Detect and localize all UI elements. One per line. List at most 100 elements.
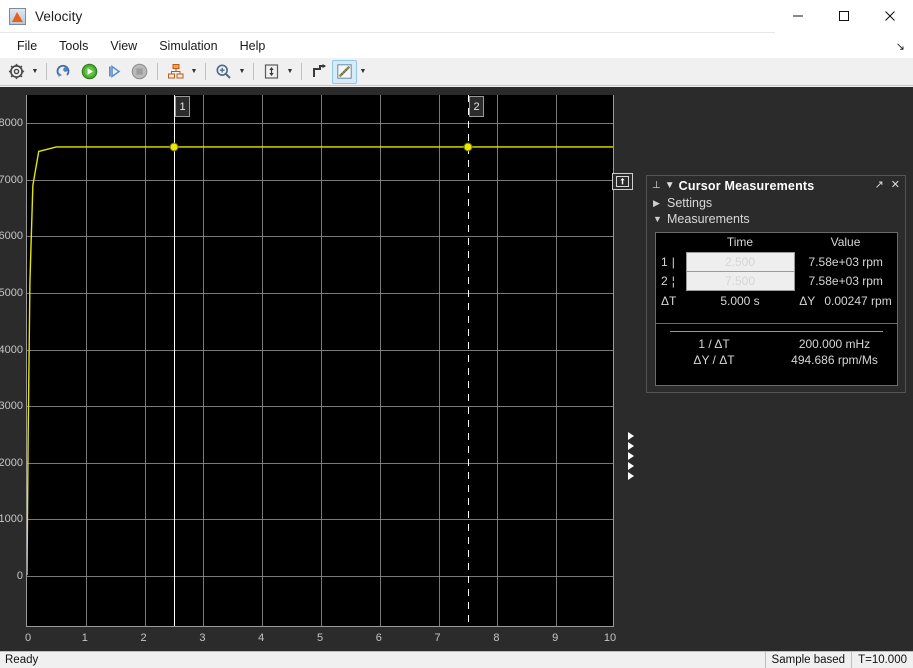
splitter-arrow-icon bbox=[628, 472, 634, 480]
cursor-measurements-caret-icon[interactable]: ▼ bbox=[357, 60, 369, 84]
slope-label: ΔY / ΔT bbox=[656, 353, 772, 367]
run-icon[interactable] bbox=[77, 60, 102, 84]
x-tick-label: 0 bbox=[25, 632, 31, 644]
title-bar: Velocity bbox=[0, 0, 913, 33]
cursor-tag-1[interactable]: 1 bbox=[175, 96, 190, 117]
menu-simulation[interactable]: Simulation bbox=[148, 36, 228, 56]
stop-icon[interactable] bbox=[127, 60, 152, 84]
autoscale-caret-icon[interactable]: ▼ bbox=[284, 60, 296, 84]
x-tick-label: 10 bbox=[604, 632, 616, 644]
y-tick-label: 3000 bbox=[0, 400, 23, 412]
cursor-line-1[interactable] bbox=[174, 95, 175, 626]
splitter-arrow-icon bbox=[628, 442, 634, 450]
cursor2-index: 2¦ bbox=[656, 272, 686, 291]
toolbar-separator bbox=[301, 63, 302, 80]
inv-delta-t-label: 1 / ΔT bbox=[656, 337, 772, 351]
menu-file[interactable]: File bbox=[6, 36, 48, 56]
measurements-table: Time Value 1| 2.500 7.58e+03 rpm 2¦ bbox=[656, 233, 897, 308]
toolbar-separator bbox=[253, 63, 254, 80]
x-tick-label: 9 bbox=[552, 632, 558, 644]
menu-view[interactable]: View bbox=[99, 36, 148, 56]
menu-overflow-icon[interactable]: ↘ bbox=[896, 40, 905, 53]
splitter-arrow-icon bbox=[628, 462, 634, 470]
matlab-scope-icon bbox=[9, 8, 26, 25]
cursor-marker-2[interactable] bbox=[464, 143, 473, 152]
zoom-in-icon[interactable] bbox=[211, 60, 236, 84]
x-tick-label: 5 bbox=[317, 632, 323, 644]
y-tick-label: 1000 bbox=[0, 513, 23, 525]
menu-help[interactable]: Help bbox=[229, 36, 277, 56]
cursor1-time-field[interactable]: 2.500 bbox=[686, 253, 794, 272]
cursor-measurements-icon[interactable] bbox=[332, 60, 357, 84]
cursor-tag-2[interactable]: 2 bbox=[469, 96, 484, 117]
table-header-row: Time Value bbox=[656, 233, 897, 253]
section-measurements-label: Measurements bbox=[667, 212, 750, 226]
scope-window: Velocity File Tools View Simulation Help… bbox=[0, 0, 913, 668]
derived-row: ΔY / ΔT 494.686 rpm/Ms bbox=[656, 352, 897, 368]
step-forward-icon[interactable] bbox=[102, 60, 127, 84]
plot-area[interactable]: 0 1000 2000 3000 4000 5000 6000 7000 8000 0 1 2 3 4 5… bbox=[0, 87, 634, 651]
cursor1-index: 1| bbox=[656, 253, 686, 272]
signal-selection-icon[interactable] bbox=[163, 60, 188, 84]
chevron-down-icon[interactable]: ▼ bbox=[665, 181, 675, 191]
col-value: Value bbox=[794, 233, 897, 253]
signal-plot bbox=[27, 95, 613, 626]
x-tick-label: 7 bbox=[435, 632, 441, 644]
section-measurements[interactable]: ▼ Measurements bbox=[647, 211, 905, 227]
y-tick-label: 8000 bbox=[0, 117, 23, 129]
y-axis: 0 1000 2000 3000 4000 5000 6000 7000 8000 bbox=[0, 87, 26, 651]
delta-t-label: ΔT bbox=[656, 291, 686, 309]
run-back-to-start-icon[interactable] bbox=[52, 60, 77, 84]
cursor-line-2[interactable] bbox=[468, 95, 469, 626]
menu-tools[interactable]: Tools bbox=[48, 36, 99, 56]
y-tick-label: 2000 bbox=[0, 457, 23, 469]
dock-pin-icon[interactable]: ⊥ bbox=[652, 181, 661, 191]
x-tick-label: 6 bbox=[376, 632, 382, 644]
panel-header: ⊥ ▼ Cursor Measurements ↗ ✕ bbox=[647, 176, 905, 195]
table-row: 1| 2.500 7.58e+03 rpm bbox=[656, 253, 897, 272]
toolbar-separator bbox=[46, 63, 47, 80]
section-settings-label: Settings bbox=[667, 196, 712, 210]
signal-selection-caret-icon[interactable]: ▼ bbox=[188, 60, 200, 84]
col-time: Time bbox=[686, 233, 794, 253]
cursor2-time-field[interactable]: 7.500 bbox=[686, 272, 794, 291]
chevron-down-icon: ▼ bbox=[653, 214, 662, 224]
divider bbox=[670, 331, 883, 332]
delta-y-label: ΔY bbox=[799, 294, 815, 308]
splitter-arrow-icon bbox=[628, 452, 634, 460]
configuration-caret-icon[interactable]: ▼ bbox=[29, 60, 41, 84]
x-tick-label: 3 bbox=[199, 632, 205, 644]
x-tick-label: 4 bbox=[258, 632, 264, 644]
zoom-caret-icon[interactable]: ▼ bbox=[236, 60, 248, 84]
plot-canvas[interactable] bbox=[26, 95, 614, 627]
y-tick-label: 4000 bbox=[0, 344, 23, 356]
cursor1-value: 7.58e+03 rpm bbox=[794, 253, 897, 272]
close-button[interactable] bbox=[867, 0, 913, 33]
delta-y-value: 0.00247 rpm bbox=[824, 294, 891, 308]
close-icon[interactable]: ✕ bbox=[891, 180, 900, 191]
pin-plot-icon[interactable] bbox=[612, 173, 633, 190]
toolbar-separator bbox=[157, 63, 158, 80]
section-settings[interactable]: ▶ Settings bbox=[647, 195, 905, 211]
y-tick-label: 6000 bbox=[0, 230, 23, 242]
y-tick-label: 0 bbox=[17, 570, 23, 582]
status-sim-time: T=10.000 bbox=[851, 652, 913, 668]
autoscale-icon[interactable] bbox=[259, 60, 284, 84]
x-tick-label: 2 bbox=[141, 632, 147, 644]
signal-line bbox=[27, 147, 613, 575]
trigger-icon[interactable] bbox=[307, 60, 332, 84]
cursor-marker-1[interactable] bbox=[170, 143, 179, 152]
minimize-button[interactable] bbox=[775, 0, 821, 33]
window-controls bbox=[775, 0, 913, 33]
y-tick-label: 7000 bbox=[0, 174, 23, 186]
table-row: 2¦ 7.500 7.58e+03 rpm bbox=[656, 272, 897, 291]
panel-splitter-handle[interactable] bbox=[624, 432, 638, 480]
x-axis: 012345678910 bbox=[26, 629, 614, 651]
inv-delta-t-value: 200.000 mHz bbox=[772, 337, 897, 351]
configuration-properties-icon[interactable] bbox=[4, 60, 29, 84]
maximize-button[interactable] bbox=[821, 0, 867, 33]
chevron-right-icon: ▶ bbox=[653, 198, 662, 209]
undock-arrow-icon[interactable]: ↗ bbox=[875, 180, 884, 191]
y-tick-label: 5000 bbox=[0, 287, 23, 299]
status-sample-mode: Sample based bbox=[765, 652, 852, 668]
